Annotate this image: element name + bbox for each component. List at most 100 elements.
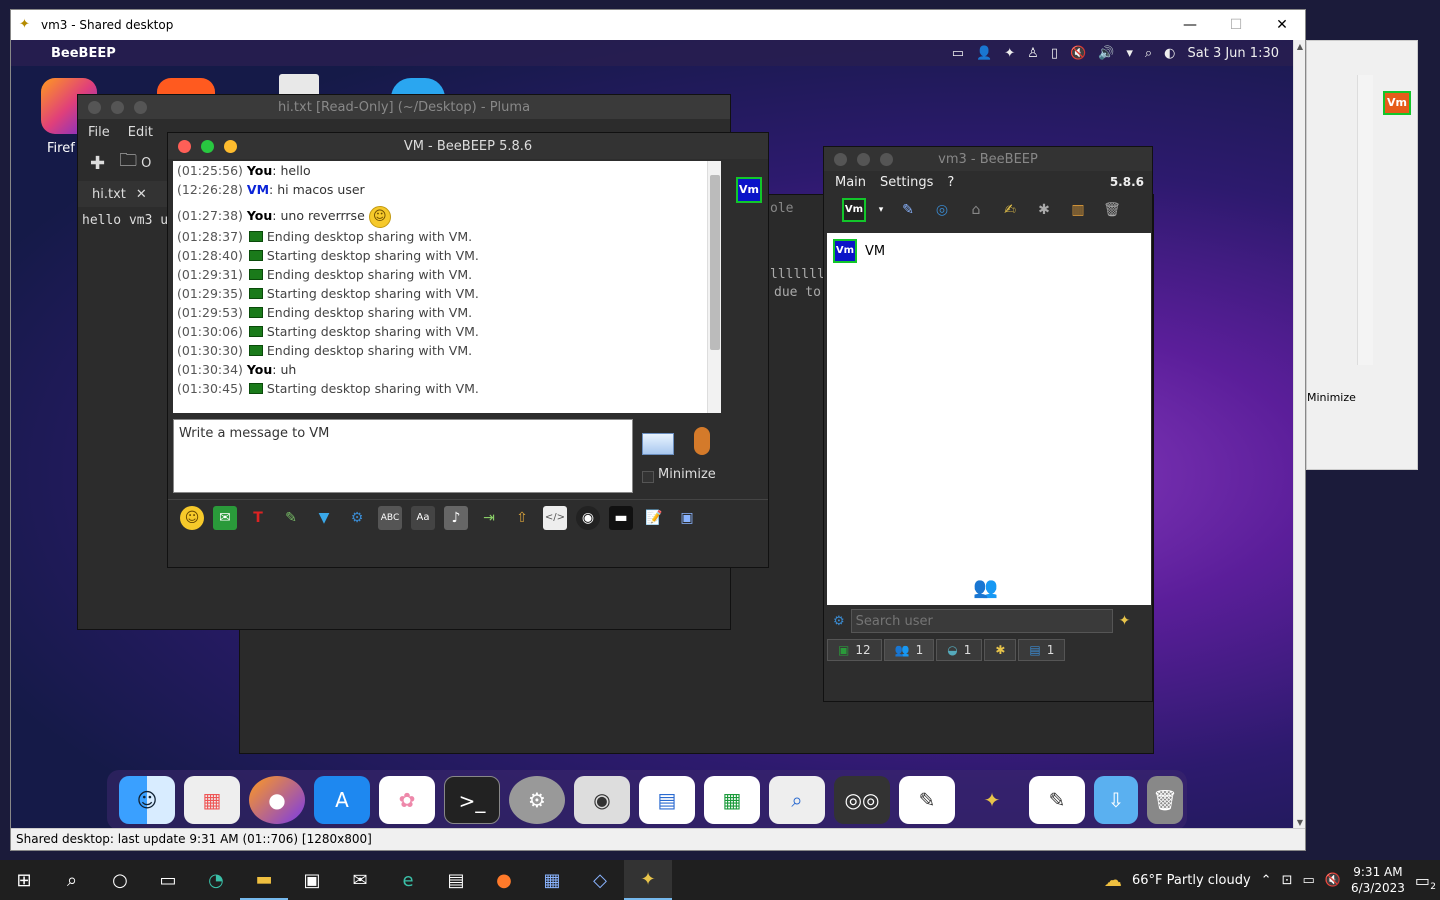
- beebeep-taskbar-icon[interactable]: ✦: [624, 860, 672, 900]
- task-view-icon[interactable]: ▭: [144, 860, 192, 900]
- network-gear-icon[interactable]: ✱: [1032, 198, 1056, 222]
- rdp-icon[interactable]: ▦: [528, 860, 576, 900]
- chat-scroll-thumb[interactable]: [710, 175, 720, 350]
- bee-menu-settings[interactable]: Settings: [880, 175, 933, 190]
- music-note-icon[interactable]: ♪: [444, 505, 468, 530]
- terminal-icon[interactable]: ▬: [609, 505, 633, 530]
- downloads-folder-icon[interactable]: ⇩: [1094, 776, 1138, 824]
- pluma-menu-edit[interactable]: Edit: [128, 125, 153, 140]
- tab-chats[interactable]: ▣ 12: [827, 639, 882, 661]
- chat-message-input[interactable]: Write a message to VM: [173, 419, 633, 493]
- tab-users[interactable]: 👥 1: [883, 639, 935, 661]
- trash-dock-icon[interactable]: 🗑: [1147, 776, 1183, 824]
- chat-user-badge[interactable]: Vm: [736, 177, 762, 203]
- writer-icon[interactable]: ▤: [639, 776, 695, 824]
- send-message-icon[interactable]: [642, 433, 674, 455]
- close-tab-icon[interactable]: ✕: [136, 187, 147, 202]
- dropdown-icon[interactable]: ▾: [1126, 46, 1133, 61]
- system-settings-icon[interactable]: ⚙: [509, 776, 565, 824]
- photos-icon[interactable]: ✿: [379, 776, 435, 824]
- desktop-icon-document[interactable]: [279, 74, 319, 96]
- profile-edit-icon[interactable]: ✎: [896, 198, 920, 222]
- remote-desktop-view[interactable]: BeeBEEP ▭ 👤 ✦ ♙ ▯ 🔇 🔊 ▾ ⌕ ◐ Sat 3 Jun 1:…: [11, 40, 1295, 830]
- account-icon[interactable]: ♙: [1027, 46, 1039, 61]
- search-settings-icon[interactable]: ⚙: [833, 614, 845, 629]
- display-tray-icon[interactable]: ▭: [1302, 873, 1314, 888]
- text-editor-2-icon[interactable]: ✎: [1029, 776, 1085, 824]
- bee-menu-main[interactable]: Main: [835, 175, 866, 190]
- host-close-button[interactable]: ✕: [1259, 10, 1305, 40]
- scroll-up-icon[interactable]: ▲: [1294, 40, 1306, 54]
- tab-groups[interactable]: ◒ 1: [936, 639, 983, 661]
- preview-icon[interactable]: ⌕: [769, 776, 825, 824]
- dictionary-icon[interactable]: Aa: [411, 505, 435, 530]
- bee-menu-help[interactable]: ?: [947, 175, 954, 190]
- cortana-icon[interactable]: ○: [96, 860, 144, 900]
- search-user-input[interactable]: [850, 609, 1113, 633]
- user-row-vm[interactable]: Vm VM: [827, 233, 1151, 269]
- mac-clock[interactable]: Sat 3 Jun 1:30: [1188, 46, 1280, 61]
- store-icon[interactable]: ▣: [288, 860, 336, 900]
- virtualbox-icon[interactable]: ◇: [576, 860, 624, 900]
- emoticon-icon[interactable]: ☺: [180, 505, 204, 530]
- write-icon[interactable]: ✍: [998, 198, 1022, 222]
- share-desktop-icon[interactable]: ▣: [675, 506, 699, 530]
- finder-icon[interactable]: ☺: [119, 776, 175, 824]
- right-window-user-badge[interactable]: Vm: [1383, 91, 1411, 115]
- notes-icon[interactable]: 📝: [642, 506, 666, 530]
- send-folder-icon[interactable]: ⇧: [510, 506, 534, 530]
- beebeep-chat-window[interactable]: VM - BeeBEEP 5.8.6 (01:25:56) You: hello…: [167, 132, 769, 568]
- beebeep-dock-icon[interactable]: ✦: [964, 776, 1020, 824]
- tab-network[interactable]: ✱: [984, 639, 1017, 661]
- app-store-icon[interactable]: A: [314, 776, 370, 824]
- host-maximize-button[interactable]: ☐: [1213, 10, 1259, 40]
- broadcast-icon[interactable]: ◎: [930, 198, 954, 222]
- launchpad-icon[interactable]: ▦: [184, 776, 240, 824]
- bee-dropdown-icon[interactable]: ▾: [876, 198, 886, 222]
- weather-icon[interactable]: ☁: [1104, 870, 1122, 891]
- home-icon[interactable]: ⌂: [964, 198, 988, 222]
- new-file-icon[interactable]: ✚: [90, 153, 105, 174]
- text-color-icon[interactable]: ✎: [279, 506, 303, 530]
- file-explorer-icon[interactable]: ▬: [240, 860, 288, 900]
- user-icon[interactable]: 👤: [976, 46, 992, 61]
- right-partial-window[interactable]: Vm Minimize: [1306, 40, 1418, 470]
- mic-muted-icon[interactable]: 🔇: [1070, 46, 1086, 61]
- spreadsheet-icon[interactable]: ▦: [704, 776, 760, 824]
- taskbar-clock[interactable]: 9:31 AM 6/3/2023: [1351, 864, 1405, 896]
- clipboard-icon[interactable]: ▯: [1051, 46, 1058, 61]
- host-minimize-button[interactable]: —: [1167, 10, 1213, 40]
- battery-icon[interactable]: ▭: [952, 46, 964, 61]
- text-editor-icon[interactable]: ✎: [899, 776, 955, 824]
- chat-message-log[interactable]: (01:25:56) You: hello (12:26:28) VM: hi m…: [173, 161, 721, 413]
- chat-log-scrollbar[interactable]: [707, 161, 721, 413]
- host-vertical-scrollbar[interactable]: ▲ ▼: [1293, 40, 1305, 830]
- minimize-checkbox[interactable]: [642, 471, 654, 483]
- cassette-icon[interactable]: ◎◎: [834, 776, 890, 824]
- beebeep-tray-icon[interactable]: ✦: [1004, 46, 1015, 61]
- remote-app-icon[interactable]: ▤: [432, 860, 480, 900]
- open-folder-icon[interactable]: 🗀: [119, 148, 137, 178]
- control-center-icon[interactable]: ◐: [1164, 46, 1175, 61]
- voice-message-icon[interactable]: [694, 427, 710, 455]
- spellcheck-icon[interactable]: ABC: [378, 505, 402, 530]
- network-tray-icon[interactable]: ⊡: [1282, 873, 1293, 888]
- text-font-icon[interactable]: T: [246, 506, 270, 530]
- share-folder-icon[interactable]: ▥: [1066, 198, 1090, 222]
- windows-start-icon[interactable]: ⊞: [0, 860, 48, 900]
- terminal-dock-icon[interactable]: >_: [444, 776, 500, 824]
- firefox-taskbar-icon[interactable]: ●: [480, 860, 528, 900]
- bee-user-list[interactable]: Vm VM 👥: [827, 233, 1151, 605]
- search-icon-taskbar[interactable]: ⌕: [48, 860, 96, 900]
- tab-files[interactable]: ▤ 1: [1018, 639, 1066, 661]
- code-icon[interactable]: </>: [543, 505, 567, 530]
- notifications-icon[interactable]: ▭ 2: [1415, 871, 1436, 892]
- email-icon[interactable]: ✉: [213, 505, 237, 530]
- search-icon[interactable]: ⌕: [1145, 46, 1152, 61]
- send-file-icon[interactable]: ⇥: [477, 506, 501, 530]
- bee-status-badge[interactable]: Vm: [842, 198, 866, 222]
- mail-icon[interactable]: ✉: [336, 860, 384, 900]
- volume-icon[interactable]: 🔊: [1098, 46, 1114, 61]
- volume-muted-icon[interactable]: 🔇: [1325, 873, 1341, 888]
- pluma-menu-file[interactable]: File: [88, 125, 110, 140]
